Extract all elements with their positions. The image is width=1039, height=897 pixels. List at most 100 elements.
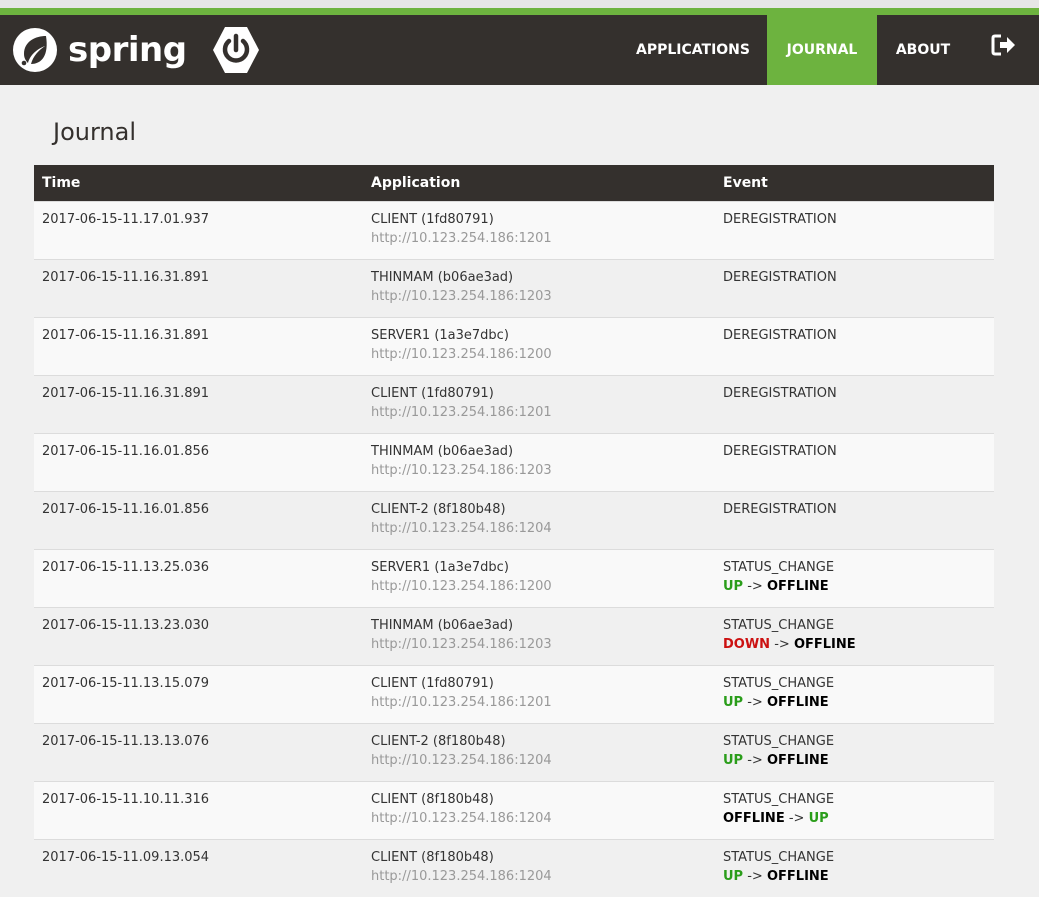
application-url: http://10.123.254.186:1204 [371,753,707,768]
event-type: DEREGISTRATION [723,212,986,227]
application-name: CLIENT (1fd80791) [371,212,494,227]
cell-application: SERVER1 (1a3e7dbc) http://10.123.254.186:… [363,550,715,608]
spring-leaf-logo-icon [12,27,58,73]
application-name: THINMAM (b06ae3ad) [371,444,513,459]
cell-application: CLIENT (1fd80791) http://10.123.254.186:1… [363,666,715,724]
cell-time: 2017-06-15-11.13.23.030 [34,608,363,666]
brand[interactable]: spring [12,25,261,75]
cell-time: 2017-06-15-11.13.25.036 [34,550,363,608]
status-from: OFFLINE [723,811,785,826]
cell-time: 2017-06-15-11.13.13.076 [34,724,363,782]
table-row[interactable]: 2017-06-15-11.16.31.891SERVER1 (1a3e7dbc… [34,318,994,376]
application-name: THINMAM (b06ae3ad) [371,270,513,285]
application-name: CLIENT-2 (8f180b48) [371,734,506,749]
status-to: OFFLINE [767,579,829,594]
logout-button[interactable] [969,15,1039,85]
cell-event: STATUS_CHANGE UP -> OFFLINE [715,840,994,897]
cell-application: CLIENT (8f180b48)http://10.123.254.186:1… [363,840,715,897]
nav-applications-label: APPLICATIONS [636,42,750,58]
table-row[interactable]: 2017-06-15-11.13.15.079CLIENT (1fd80791)… [34,666,994,724]
header-application[interactable]: Application [363,165,715,202]
application-url: http://10.123.254.186:1200 [371,579,707,594]
application-name: CLIENT-2 (8f180b48) [371,502,506,517]
cell-time: 2017-06-15-11.16.31.891 [34,260,363,318]
table-row[interactable]: 2017-06-15-11.17.01.937 CLIENT (1fd80791)… [34,202,994,260]
table-row[interactable]: 2017-06-15-11.16.01.856CLIENT-2 (8f180b4… [34,492,994,550]
cell-time: 2017-06-15-11.17.01.937 [34,202,363,260]
application-url: http://10.123.254.186:1203 [371,289,707,304]
cell-event: DEREGISTRATION [715,376,994,434]
header-time[interactable]: Time [34,165,363,202]
table-row[interactable]: 2017-06-15-11.16.01.856THINMAM (b06ae3ad… [34,434,994,492]
status-arrow: -> [774,637,790,652]
application-url: http://10.123.254.186:1204 [371,869,707,884]
cell-application: THINMAM (b06ae3ad) http://10.123.254.186:… [363,434,715,492]
cell-time: 2017-06-15-11.10.11.316 [34,782,363,840]
table-row[interactable]: 2017-06-15-11.10.11.316CLIENT (8f180b48)… [34,782,994,840]
event-type: STATUS_CHANGE [723,850,986,865]
status-from: UP [723,869,743,884]
cell-event: STATUS_CHANGE DOWN -> OFFLINE [715,608,994,666]
cell-event: STATUS_CHANGEUP -> OFFLINE [715,724,994,782]
cell-event: STATUS_CHANGE UP -> OFFLINE [715,550,994,608]
nav-journal-label: JOURNAL [787,42,858,58]
top-border [0,0,1039,8]
table-row[interactable]: 2017-06-15-11.16.31.891CLIENT (1fd80791)… [34,376,994,434]
event-type: DEREGISTRATION [723,444,986,459]
status-arrow: -> [747,869,763,884]
event-type: STATUS_CHANGE [723,618,986,633]
table-row[interactable]: 2017-06-15-11.16.31.891 THINMAM (b06ae3ad… [34,260,994,318]
event-type: DEREGISTRATION [723,328,986,343]
status-transition: DOWN -> OFFLINE [723,637,986,652]
nav-journal[interactable]: JOURNAL [767,15,877,85]
event-type: DEREGISTRATION [723,502,986,517]
cell-time: 2017-06-15-11.16.31.891 [34,376,363,434]
application-name: CLIENT (1fd80791) [371,676,494,691]
status-to: UP [809,811,829,826]
status-arrow: -> [747,579,763,594]
application-name: SERVER1 (1a3e7dbc) [371,328,509,343]
table-row[interactable]: 2017-06-15-11.09.13.054CLIENT (8f180b48)… [34,840,994,897]
application-url: http://10.123.254.186:1201 [371,695,707,710]
top-accent-bar [0,8,1039,15]
event-type: STATUS_CHANGE [723,676,986,691]
table-header-row: Time Application Event [34,165,994,202]
status-arrow: -> [747,695,763,710]
application-url: http://10.123.254.186:1201 [371,405,707,420]
application-name: SERVER1 (1a3e7dbc) [371,560,509,575]
status-from: UP [723,695,743,710]
status-transition: OFFLINE -> UP [723,811,986,826]
cell-event: DEREGISTRATION [715,318,994,376]
status-to: OFFLINE [767,695,829,710]
cell-application: CLIENT (1fd80791)http://10.123.254.186:1… [363,376,715,434]
nav-about[interactable]: ABOUT [877,15,969,85]
application-url: http://10.123.254.186:1201 [371,231,707,246]
status-to: OFFLINE [767,869,829,884]
cell-application: CLIENT (8f180b48) http://10.123.254.186:1… [363,782,715,840]
cell-application: CLIENT-2 (8f180b48) http://10.123.254.186… [363,492,715,550]
application-url: http://10.123.254.186:1204 [371,521,707,536]
cell-event: DEREGISTRATION [715,260,994,318]
application-url: http://10.123.254.186:1203 [371,637,707,652]
table-row[interactable]: 2017-06-15-11.13.23.030THINMAM (b06ae3ad… [34,608,994,666]
header-event[interactable]: Event [715,165,994,202]
status-from: UP [723,579,743,594]
status-from: UP [723,753,743,768]
status-transition: UP -> OFFLINE [723,695,986,710]
nav-applications[interactable]: APPLICATIONS [619,15,767,85]
status-to: OFFLINE [767,753,829,768]
table-row[interactable]: 2017-06-15-11.13.13.076 CLIENT-2 (8f180b4… [34,724,994,782]
event-type: STATUS_CHANGE [723,560,986,575]
table-row[interactable]: 2017-06-15-11.13.25.036SERVER1 (1a3e7dbc… [34,550,994,608]
application-name: CLIENT (8f180b48) [371,792,494,807]
application-url: http://10.123.254.186:1204 [371,811,707,826]
application-url: http://10.123.254.186:1203 [371,463,707,478]
sign-out-icon [991,34,1017,56]
status-transition: UP -> OFFLINE [723,869,986,884]
status-transition: UP -> OFFLINE [723,579,986,594]
cell-time: 2017-06-15-11.13.15.079 [34,666,363,724]
brand-name: spring [68,30,187,70]
nav-menu: APPLICATIONS JOURNAL ABOUT [619,15,1039,85]
cell-event: STATUS_CHANGEOFFLINE -> UP [715,782,994,840]
event-type: STATUS_CHANGE [723,734,986,749]
